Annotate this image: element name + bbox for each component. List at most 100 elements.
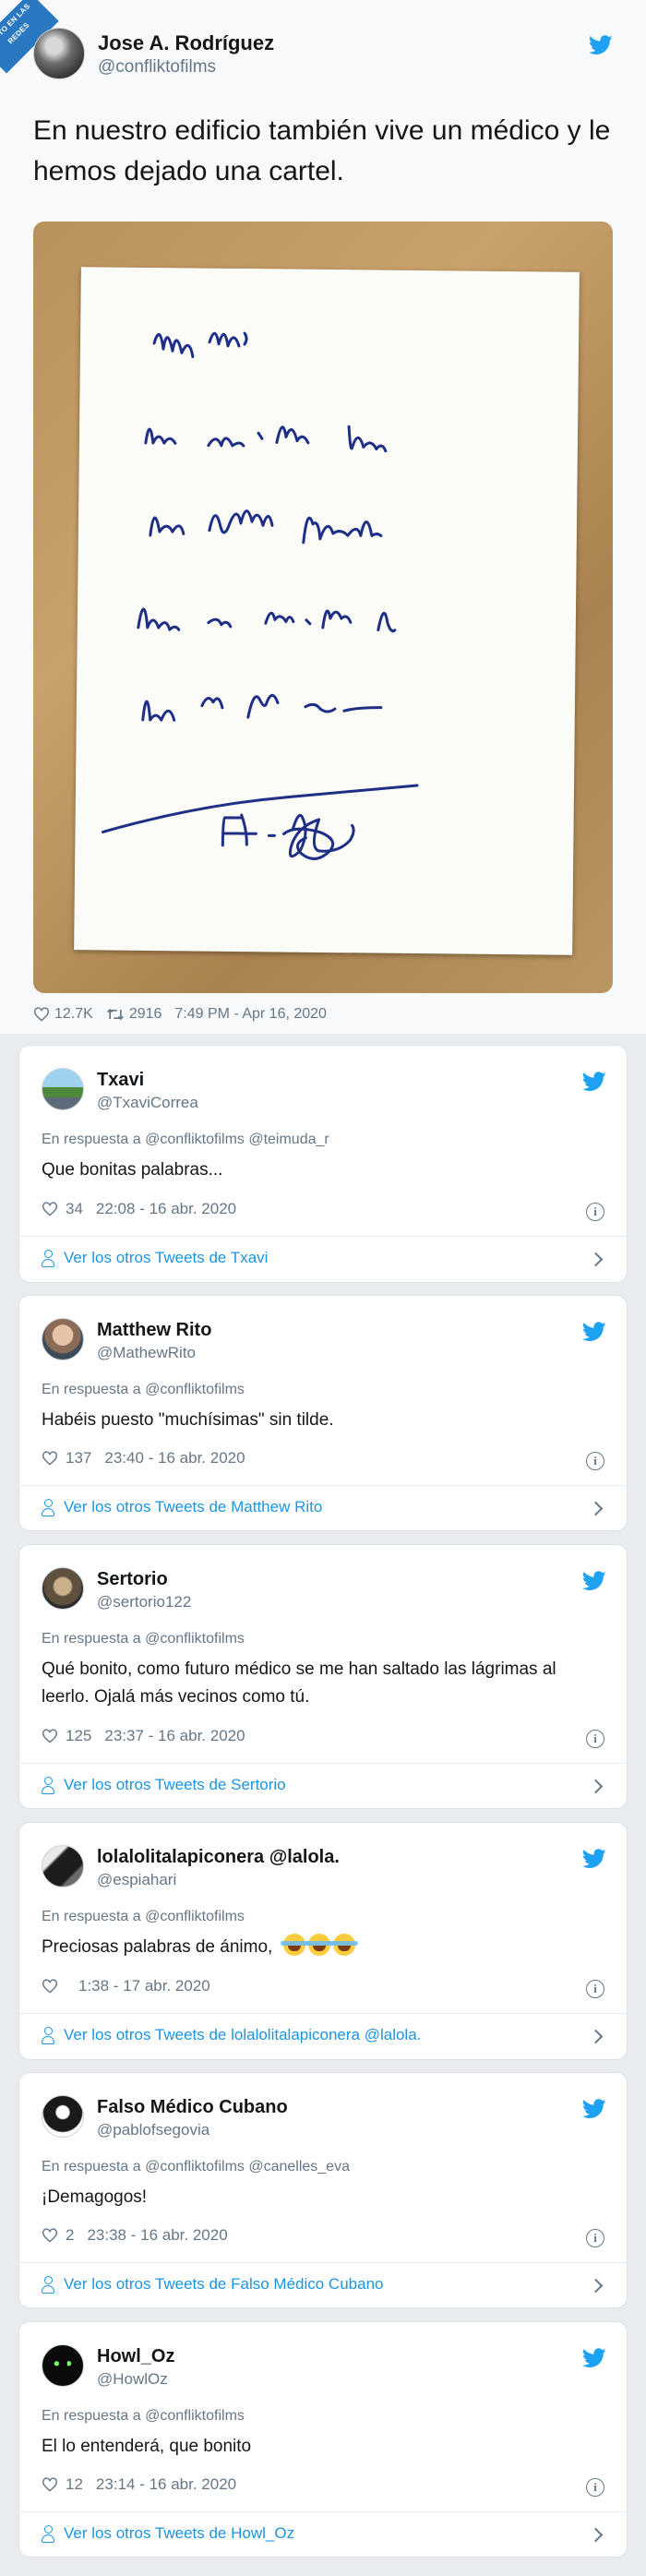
avatar[interactable]	[42, 1567, 84, 1610]
reply-author-name[interactable]: Sertorio	[97, 1569, 168, 1590]
like-count-text: 12.7K	[54, 1006, 93, 1022]
like-count: 34	[66, 1200, 83, 1217]
view-more-tweets-link[interactable]: Ver los otros Tweets de Matthew Rito	[42, 1498, 322, 1516]
reply-timestamp[interactable]: 23:14 - 16 abr. 2020	[96, 2475, 236, 2494]
view-more-tweets-link[interactable]: Ver los otros Tweets de Txavi	[42, 1249, 268, 1267]
reply-stats: 125 23:37 - 16 abr. 2020	[42, 1727, 245, 1745]
avatar[interactable]	[42, 2344, 84, 2387]
reply-to-line[interactable]: En respuesta a @confliktofilms	[42, 1631, 245, 1647]
author-name[interactable]: Jose A. Rodríguez	[98, 31, 274, 55]
chevron-right-icon[interactable]	[588, 1779, 604, 1794]
reply-author-name[interactable]: Falso Médico Cubano	[97, 2097, 288, 2118]
avatar[interactable]	[42, 2095, 84, 2138]
reply-timestamp[interactable]: 23:38 - 16 abr. 2020	[87, 2226, 227, 2245]
chevron-right-icon[interactable]	[588, 2527, 604, 2543]
person-icon	[42, 2525, 54, 2543]
like-count: 125	[66, 1727, 92, 1744]
reply-author-name[interactable]: Matthew Rito	[97, 1320, 211, 1341]
info-icon[interactable]: i	[586, 1203, 604, 1221]
chevron-right-icon[interactable]	[588, 2029, 604, 2044]
info-icon[interactable]: i	[586, 1980, 604, 1998]
main-tweet: VISTO EN LAS REDES Jose A. Rodríguez @co…	[0, 0, 646, 1034]
heart-icon[interactable]	[42, 1451, 58, 1466]
divider	[19, 1763, 627, 1764]
divider	[19, 2262, 627, 2263]
divider	[19, 1236, 627, 1237]
reply-to-line[interactable]: En respuesta a @confliktofilms @canelles…	[42, 2159, 350, 2175]
view-more-label: Ver los otros Tweets de Matthew Rito	[64, 1498, 323, 1516]
reply-to-line[interactable]: En respuesta a @confliktofilms @teimuda_…	[42, 1132, 329, 1148]
heart-icon	[34, 1007, 49, 1022]
view-more-tweets-link[interactable]: Ver los otros Tweets de Sertorio	[42, 1776, 286, 1794]
view-more-label: Ver los otros Tweets de lolalolitalapico…	[64, 2026, 422, 2043]
doctor-scribble-drawing	[101, 331, 419, 860]
info-icon[interactable]: i	[586, 1452, 604, 1470]
reply-to-line[interactable]: En respuesta a @confliktofilms	[42, 1909, 245, 1925]
twitter-bird-icon[interactable]	[582, 1571, 606, 1591]
reply-timestamp[interactable]: 23:37 - 16 abr. 2020	[104, 1727, 245, 1745]
chevron-right-icon[interactable]	[588, 1252, 604, 1267]
reply-author-name[interactable]: lolalolitalapiconera @lalola.	[97, 1847, 340, 1868]
person-icon	[42, 1250, 54, 1267]
person-icon	[42, 2276, 54, 2294]
avatar[interactable]	[42, 1845, 84, 1887]
view-more-tweets-link[interactable]: Ver los otros Tweets de Falso Médico Cub…	[42, 2275, 383, 2294]
reply-to-line[interactable]: En respuesta a @confliktofilms	[42, 2408, 245, 2425]
chevron-right-icon[interactable]	[588, 1501, 604, 1516]
reply-stats: 2 23:38 - 16 abr. 2020	[42, 2226, 228, 2245]
chevron-right-icon[interactable]	[588, 2278, 604, 2294]
twitter-bird-icon[interactable]	[582, 1849, 606, 1869]
reply-stats: 12 23:14 - 16 abr. 2020	[42, 2475, 236, 2494]
reply-stats: 137 23:40 - 16 abr. 2020	[42, 1449, 245, 1468]
info-icon[interactable]: i	[586, 2478, 604, 2497]
tweet-photo[interactable]	[33, 222, 613, 993]
reply-timestamp[interactable]: 22:08 - 16 abr. 2020	[96, 1200, 236, 1218]
reply-text-row: Preciosas palabras de ánimo,	[42, 1934, 604, 1961]
retweet-count[interactable]: 2916	[106, 1006, 162, 1023]
reply-timestamp[interactable]: 1:38 - 17 abr. 2020	[78, 1977, 210, 1995]
reply-author-handle[interactable]: @TxaviCorrea	[97, 1094, 198, 1112]
heart-icon[interactable]	[42, 1202, 58, 1216]
tweet-timestamp[interactable]: 7:49 PM - Apr 16, 2020	[174, 1006, 327, 1023]
twitter-bird-icon[interactable]	[582, 1322, 606, 1342]
reply-card: Falso Médico Cubano @pablofsegovia En re…	[18, 2072, 628, 2308]
reply-author-handle[interactable]: @sertorio122	[97, 1593, 191, 1611]
avatar[interactable]	[33, 28, 85, 79]
like-count[interactable]: 12.7K	[33, 1006, 93, 1023]
view-more-label: Ver los otros Tweets de Falso Médico Cub…	[64, 2275, 384, 2293]
heart-icon[interactable]	[42, 2477, 58, 2492]
reply-author-name[interactable]: Txavi	[97, 1070, 144, 1091]
info-icon[interactable]: i	[586, 2229, 604, 2247]
retweet-count-text: 2916	[128, 1006, 162, 1022]
heart-icon[interactable]	[42, 1979, 58, 1994]
author-handle[interactable]: @confliktofilms	[98, 57, 216, 78]
view-more-tweets-link[interactable]: Ver los otros Tweets de Howl_Oz	[42, 2524, 294, 2543]
twitter-bird-icon[interactable]	[582, 1072, 606, 1092]
avatar[interactable]	[42, 1068, 84, 1110]
twitter-bird-icon[interactable]	[582, 2348, 606, 2368]
reply-author-handle[interactable]: @pablofsegovia	[97, 2121, 209, 2139]
person-icon	[42, 1499, 54, 1516]
avatar[interactable]	[42, 1318, 84, 1360]
reply-author-handle[interactable]: @espiahari	[97, 1871, 176, 1889]
reply-author-handle[interactable]: @MathewRito	[97, 1344, 196, 1362]
reply-stats: 1:38 - 17 abr. 2020	[42, 1977, 210, 1995]
reply-card: Matthew Rito @MathewRito En respuesta a …	[18, 1295, 628, 1531]
view-more-label: Ver los otros Tweets de Sertorio	[64, 1776, 286, 1793]
reply-to-line[interactable]: En respuesta a @confliktofilms	[42, 1382, 245, 1398]
reply-author-name[interactable]: Howl_Oz	[97, 2346, 174, 2367]
like-count: 12	[66, 2475, 83, 2493]
reply-text: El lo entenderá, que bonito	[42, 2437, 252, 2456]
handwritten-note-image	[74, 267, 580, 955]
info-icon[interactable]: i	[586, 1730, 604, 1748]
reply-timestamp[interactable]: 23:40 - 16 abr. 2020	[104, 1449, 245, 1468]
twitter-bird-icon[interactable]	[589, 35, 613, 55]
twitter-bird-icon[interactable]	[582, 2099, 606, 2119]
laughing-emoji-icon	[305, 1934, 333, 1956]
heart-icon[interactable]	[42, 2228, 58, 2243]
reply-author-handle[interactable]: @HowlOz	[97, 2370, 168, 2389]
divider	[19, 2013, 627, 2014]
divider	[19, 1485, 627, 1486]
view-more-tweets-link[interactable]: Ver los otros Tweets de lolalolitalapico…	[42, 2026, 421, 2044]
heart-icon[interactable]	[42, 1729, 58, 1743]
